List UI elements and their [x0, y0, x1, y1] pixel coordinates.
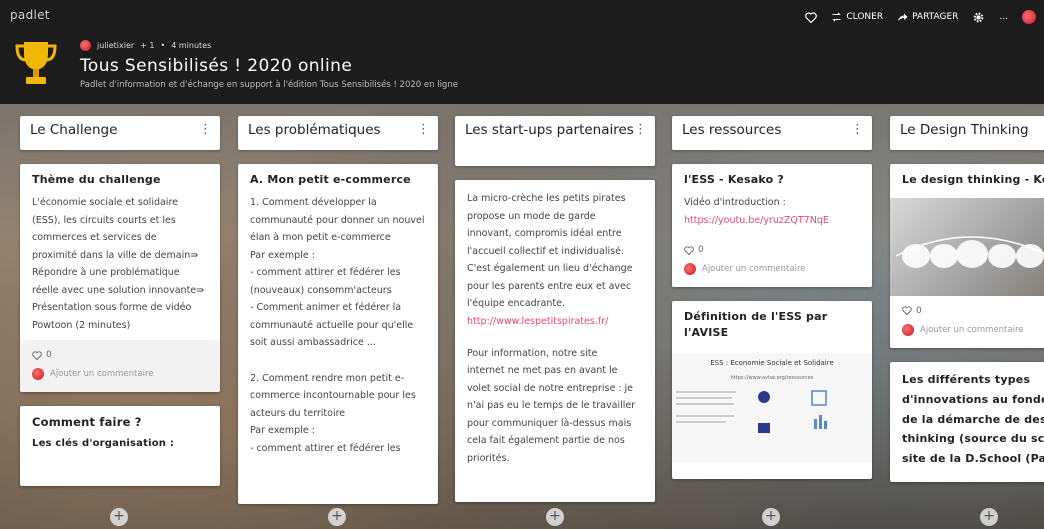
- column-le-challenge: Le Challenge ⋮ Thème du challenge L'écon…: [20, 116, 220, 487]
- post-link[interactable]: http://www.lespetitspirates.fr/: [467, 313, 643, 331]
- post-card[interactable]: Les différents types d'innovations au fo…: [890, 361, 1044, 482]
- post-card[interactable]: La micro-crèche les petits pirates propo…: [455, 180, 655, 502]
- column-header: Les problématiques ⋮: [238, 116, 438, 150]
- heart-icon: [902, 306, 912, 316]
- design-thinking-diagram-icon: [895, 236, 1044, 268]
- like-padlet-button[interactable]: [805, 11, 818, 23]
- author-avatar: [80, 40, 91, 51]
- column-header: Le Design Thinking: [890, 116, 1044, 150]
- more-button[interactable]: ...: [999, 12, 1008, 22]
- commenter-avatar: [902, 323, 914, 336]
- kebab-menu-icon[interactable]: ⋮: [199, 122, 212, 137]
- kebab-menu-icon[interactable]: ⋮: [851, 122, 864, 137]
- column-header: Le Challenge ⋮: [20, 116, 220, 150]
- column-header: Les ressources ⋮: [672, 116, 872, 150]
- like-count: 0: [698, 245, 704, 256]
- add-comment-label: Ajouter un commentaire: [920, 324, 1024, 335]
- post-text: 1. Comment développer la communauté pour…: [250, 196, 425, 454]
- post-card[interactable]: A. Mon petit e-commerce 1. Comment dével…: [238, 164, 438, 504]
- meta-separator: •: [160, 41, 166, 50]
- post-title: Définition de l'ESS par l'AVISE: [684, 310, 828, 339]
- add-post-button[interactable]: +: [762, 508, 780, 526]
- heart-icon: [684, 245, 694, 255]
- page-subtitle: Padlet d'information et d'échange en sup…: [80, 80, 458, 90]
- author-name[interactable]: julietixier: [97, 41, 134, 50]
- column-header: Les start-ups partenaires ⋮: [455, 116, 655, 166]
- heart-icon: [32, 351, 42, 360]
- add-comment-label: Ajouter un commentaire: [702, 264, 806, 275]
- infographic-icon: [676, 390, 827, 433]
- post-title: Thème du challenge: [32, 173, 161, 186]
- post-subtitle: Les clés d'organisation :: [32, 438, 175, 450]
- column-title: Les problématiques: [248, 122, 381, 138]
- add-comment-button[interactable]: Ajouter un commentaire: [32, 364, 208, 384]
- add-post-button[interactable]: +: [546, 508, 564, 526]
- heart-icon: [805, 11, 818, 23]
- post-card[interactable]: Comment faire ? Les clés d'organisation …: [20, 406, 220, 487]
- column-title: Les ressources: [682, 122, 782, 138]
- padlet-meta: julietixier + 1 • 4 minutes: [80, 40, 211, 51]
- contributors-count: + 1: [140, 41, 155, 50]
- add-comment-button[interactable]: Ajouter un commentaire: [902, 320, 1044, 340]
- add-post-button[interactable]: +: [110, 508, 128, 526]
- add-post-button[interactable]: +: [328, 508, 346, 526]
- remake-icon: [832, 12, 842, 22]
- trophy-icon: [15, 42, 57, 84]
- post-card[interactable]: Le design thinking - Kesa 0 Ajouter un c…: [890, 164, 1044, 348]
- like-button[interactable]: 0: [684, 241, 860, 259]
- user-avatar[interactable]: [1022, 10, 1036, 24]
- post-link[interactable]: https://youtu.be/yruzZQT7NqE: [684, 212, 860, 230]
- like-button[interactable]: 0: [902, 302, 1044, 320]
- post-card[interactable]: Définition de l'ESS par l'AVISE ESS : Ec…: [672, 301, 872, 480]
- clone-label: CLONER: [846, 12, 884, 22]
- post-text-2: Pour information, notre site internet ne…: [467, 347, 636, 464]
- post-title: Comment faire ?: [32, 415, 142, 430]
- like-count: 0: [46, 350, 52, 361]
- add-comment-label: Ajouter un commentaire: [50, 369, 154, 380]
- post-text: L'économie sociale et solidaire (ESS), l…: [32, 196, 205, 331]
- updated-time: 4 minutes: [171, 41, 212, 50]
- gear-icon: [974, 12, 984, 22]
- post-card[interactable]: Thème du challenge L'économie sociale et…: [20, 164, 220, 393]
- share-arrow-icon: [898, 13, 908, 21]
- column-le-design-thinking: Le Design Thinking Le design thinking - …: [890, 116, 1044, 482]
- column-title: Le Design Thinking: [900, 122, 1029, 138]
- column-title: Le Challenge: [30, 122, 118, 138]
- post-footer: 0 Ajouter un commentaire: [672, 235, 872, 288]
- column-les-problematiques: Les problématiques ⋮ A. Mon petit e-comm…: [238, 116, 438, 504]
- post-card[interactable]: l'ESS - Kesako ? Vidéo d'introduction : …: [672, 164, 872, 288]
- clone-button[interactable]: CLONER: [831, 12, 883, 22]
- commenter-avatar: [684, 263, 696, 276]
- settings-button[interactable]: [972, 11, 985, 24]
- post-footer: 0 Ajouter un commentaire: [20, 340, 220, 393]
- image-title: ESS : Economie Sociale et Solidaire: [710, 358, 834, 367]
- post-text: La micro-crèche les petits pirates propo…: [467, 193, 633, 310]
- column-title: Les start-ups partenaires: [465, 122, 634, 138]
- top-bar: padlet CLONER PARTAGER ... julietixier +…: [0, 0, 1044, 104]
- post-image[interactable]: [890, 197, 1044, 296]
- like-button[interactable]: 0: [32, 346, 208, 364]
- page-title: Tous Sensibilisés ! 2020 online: [80, 56, 353, 76]
- post-text: Vidéo d'introduction :: [684, 196, 786, 208]
- post-image[interactable]: ESS : Economie Sociale et Solidaire http…: [672, 352, 872, 463]
- post-footer: 0 Ajouter un commentaire: [890, 295, 1044, 348]
- column-les-startups: Les start-ups partenaires ⋮ La micro-crè…: [455, 116, 655, 502]
- post-title: Le design thinking - Kesa: [902, 173, 1044, 186]
- post-title: Les différents types d'innovations au fo…: [902, 372, 1044, 466]
- like-count: 0: [916, 305, 922, 316]
- share-label: PARTAGER: [912, 12, 959, 22]
- kebab-menu-icon[interactable]: ⋮: [634, 122, 647, 137]
- image-url: https://www.avise.org/ressources: [730, 374, 814, 381]
- add-post-button[interactable]: +: [980, 508, 998, 526]
- kebab-menu-icon[interactable]: ⋮: [417, 122, 430, 137]
- column-les-ressources: Les ressources ⋮ l'ESS - Kesako ? Vidéo …: [672, 116, 872, 480]
- add-comment-button[interactable]: Ajouter un commentaire: [684, 259, 860, 279]
- brand-logo[interactable]: padlet: [10, 8, 50, 22]
- share-button[interactable]: PARTAGER: [897, 12, 958, 22]
- post-title: A. Mon petit e-commerce: [250, 173, 411, 186]
- post-title: l'ESS - Kesako ?: [684, 173, 784, 186]
- commenter-avatar: [32, 368, 44, 381]
- header-actions: CLONER PARTAGER ...: [805, 10, 1036, 24]
